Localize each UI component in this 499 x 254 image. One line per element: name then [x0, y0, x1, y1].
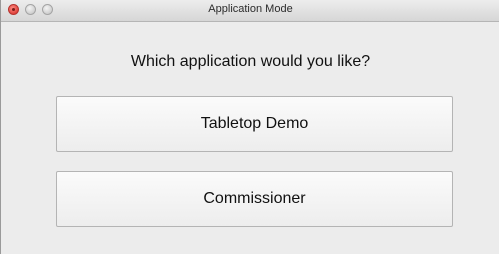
- question-label: Which application would you like?: [130, 53, 371, 70]
- commissioner-label: Commissioner: [203, 190, 306, 207]
- tabletop-demo-button[interactable]: Tabletop Demo: [56, 96, 453, 152]
- tabletop-demo-label: Tabletop Demo: [200, 115, 309, 132]
- window-title: Application Mode: [208, 3, 293, 15]
- commissioner-button[interactable]: Commissioner: [56, 171, 453, 227]
- title-bar: Application Mode: [1, 0, 499, 22]
- application-mode-window: Application Mode Which application would…: [0, 0, 499, 254]
